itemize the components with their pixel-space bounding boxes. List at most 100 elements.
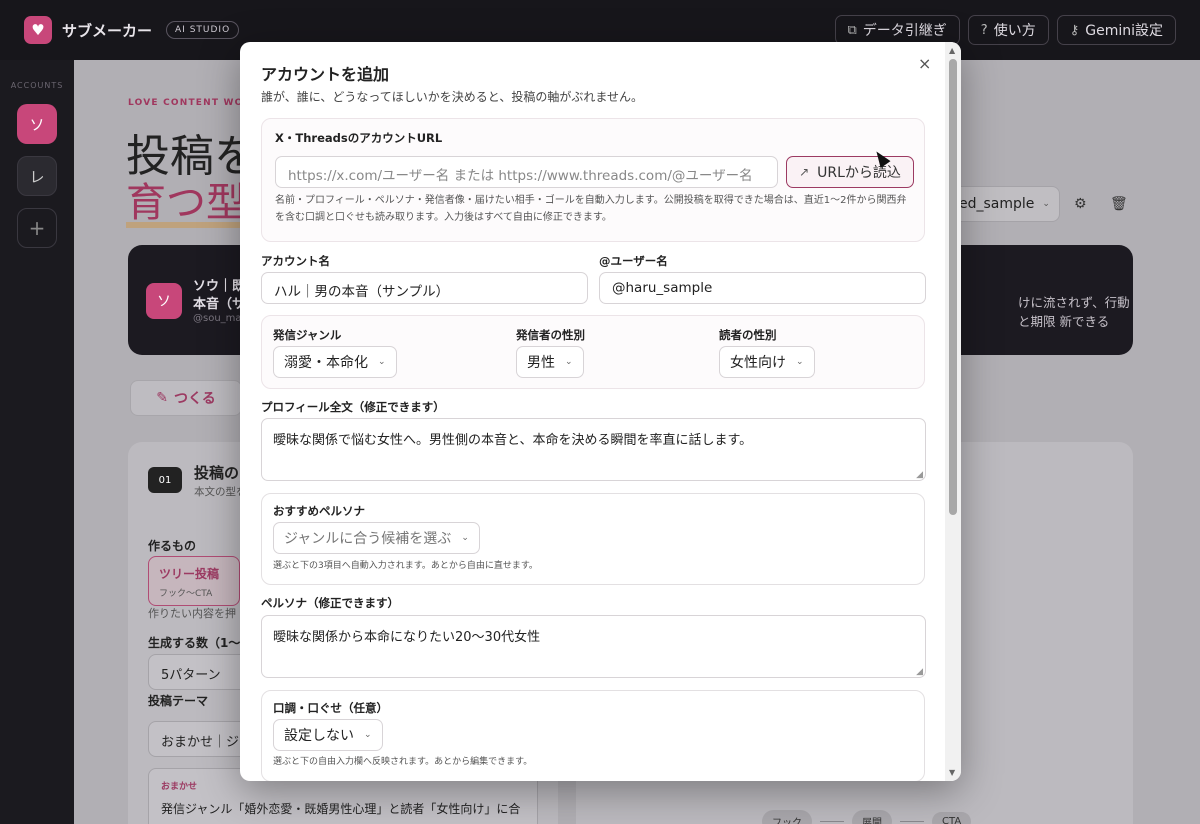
add-account-modal: アカウントを追加 誰が、誰に、どうなってほしいかを決めると、投稿の軸がぶれません… [240,42,961,781]
post-flow: フック 展開 CTA [762,810,972,824]
persona-label: ペルソナ（修正できます） [261,596,399,610]
data-transfer-button[interactable]: ⧉ データ引継ぎ [834,15,960,45]
how-to-use-button[interactable]: ? 使い方 [967,15,1049,45]
main-kicker: LOVE CONTENT WO [128,98,244,108]
step-subtitle: 本文の型を [194,486,247,498]
genre-value: 溺愛・本命化 [284,355,368,371]
step-number: 01 [148,467,182,493]
app-name: サブメーカー [62,21,153,40]
account-name-input[interactable]: ハル｜男の本音（サンプル） [261,272,588,304]
sender-gender-label: 発信者の性別 [516,328,585,342]
persona-textarea[interactable]: 曖昧な関係から本命になりたい20〜30代女性 ◢ [261,615,926,678]
theme-note-text: 発信ジャンル「婚外恋愛・既婚男性心理」と読者「女性向け」に合 [161,802,521,816]
persona-suggest-select[interactable]: ジャンルに合う候補を選ぶ ⌄ [273,522,480,554]
theme-label: 投稿テーマ [148,694,209,708]
reader-gender-label: 読者の性別 [719,328,777,342]
sidebar-account-sou[interactable]: ソ [17,104,57,144]
how-to-use-label: 使い方 [993,23,1036,39]
close-icon[interactable]: × [918,54,931,73]
persona-suggest-hint: 選ぶと下の3項目へ自動入力されます。あとから自由に直せます。 [273,561,538,571]
profile-textarea[interactable]: 曖昧な関係で悩む女性へ。男性側の本音と、本命を決める瞬間を率直に話します。 ◢ [261,418,926,481]
tree-post-sub: フック〜CTA [159,589,213,599]
persona-suggest-label: おすすめペルソナ [273,504,365,518]
heading-underline [126,222,246,228]
url-import-section: X・ThreadsのアカウントURL https://x.com/ユーザー名 ま… [261,118,925,242]
scroll-down-icon[interactable]: ▼ [949,768,955,777]
modal-subtitle: 誰が、誰に、どうなってほしいかを決めると、投稿の軸がぶれません。 [261,90,643,104]
chevron-down-icon: ⌄ [364,730,372,740]
sender-gender-select[interactable]: 男性 ⌄ [516,346,584,378]
top-actions: ⧉ データ引継ぎ ? 使い方 ⚷ Gemini設定 [834,15,1176,45]
reader-gender-select[interactable]: 女性向け ⌄ [719,346,815,378]
chevron-down-icon: ⌄ [378,357,386,367]
tree-post-option[interactable]: ツリー投稿 フック〜CTA [148,556,240,606]
profile-name-line2: 本音（サ [193,297,246,312]
copy-icon: ⧉ [847,22,857,38]
persona-suggest-value: ジャンルに合う候補を選ぶ [284,531,452,547]
sidebar-account-re[interactable]: レ [17,156,57,196]
chevron-down-icon: ⌄ [796,357,804,367]
heart-logo-icon: ♥ [24,16,52,44]
data-transfer-label: データ引継ぎ [862,23,947,39]
account-select-value: ed_sample [959,196,1035,212]
gemini-settings-label: Gemini設定 [1085,23,1163,39]
account-name-label: アカウント名 [261,254,330,268]
chevron-down-icon: ⌄ [1042,199,1050,209]
trash-icon[interactable]: 🗑 [1110,196,1128,212]
modal-title: アカウントを追加 [261,65,390,84]
modal-body: アカウントを追加 誰が、誰に、どうなってほしいかを決めると、投稿の軸がぶれません… [240,42,945,781]
profile-label: プロフィール全文（修正できます） [261,400,445,414]
make-label: 作るもの [148,539,197,553]
persona-text: 曖昧な関係から本命になりたい20〜30代女性 [273,630,541,645]
accounts-sidebar: ACCOUNTS ソ レ + [0,60,74,824]
tone-hint: 選ぶと下の自由入力欄へ反映されます。あとから編集できます。 [273,757,533,767]
scroll-up-icon[interactable]: ▲ [949,46,955,55]
sender-gender-value: 男性 [527,355,555,371]
chevron-down-icon: ⌄ [461,533,469,543]
persona-suggest-section: おすすめペルソナ ジャンルに合う候補を選ぶ ⌄ 選ぶと下の3項目へ自動入力されま… [261,493,925,585]
tone-label: 口調・口ぐせ（任意） [273,701,388,715]
tab-make[interactable]: ✎ つくる [130,380,242,416]
flow-connector [820,821,844,822]
accounts-label: ACCOUNTS [10,81,64,90]
magic-wand-icon: ✎ [156,390,168,406]
avatar: ソ [146,283,182,319]
studio-badge: AI STUDIO [166,21,240,39]
tone-section: 口調・口ぐせ（任意） 設定しない ⌄ 選ぶと下の自由入力欄へ反映されます。あとか… [261,690,925,781]
username-input[interactable]: @haru_sample [599,272,926,304]
tone-select[interactable]: 設定しない ⌄ [273,719,383,751]
url-hint: 名前・プロフィール・ペルソナ・発信者像・届けたい相手・ゴールを自動入力します。公… [275,195,907,223]
genre-select[interactable]: 溺愛・本命化 ⌄ [273,346,397,378]
key-icon: ⚷ [1069,22,1080,38]
profile-text: 曖昧な関係で悩む女性へ。男性側の本音と、本命を決める瞬間を率直に話します。 [273,433,753,448]
username-label: @ユーザー名 [599,254,668,268]
settings-sliders-icon[interactable]: ⚙ [1074,196,1087,212]
chevron-down-icon: ⌄ [565,357,573,367]
main-heading-line2: 育つ型 [126,180,246,226]
account-url-input[interactable]: https://x.com/ユーザー名 または https://www.thre… [275,156,778,188]
step-title: 投稿の [194,464,240,482]
account-select[interactable]: ed_sample ⌄ [944,186,1060,222]
flow-hook: フック [762,810,812,824]
profile-handle: @sou_ma [193,313,242,324]
tab-make-label: つくる [174,391,216,407]
tone-value: 設定しない [284,728,354,744]
flow-cta: CTA [932,812,972,824]
resize-grip-icon[interactable]: ◢ [916,470,923,480]
load-from-url-button[interactable]: ↗ URLから読込 [786,156,914,188]
gemini-settings-button[interactable]: ⚷ Gemini設定 [1056,15,1176,45]
flow-development: 展開 [852,810,892,824]
reader-gender-value: 女性向け [730,355,786,371]
url-label: X・ThreadsのアカウントURL [275,131,443,145]
scroll-thumb[interactable] [949,59,957,515]
flow-connector [900,821,924,822]
count-label: 生成する数（1〜1 [148,636,249,650]
genre-gender-section: 発信ジャンル 溺愛・本命化 ⌄ 発信者の性別 男性 ⌄ 読者の性別 女性向け ⌄ [261,315,925,389]
add-account-button[interactable]: + [17,208,57,248]
resize-grip-icon[interactable]: ◢ [916,667,923,677]
modal-scrollbar[interactable]: ▲ ▼ [945,42,961,781]
profile-name-line1: ソウ｜既 [193,279,246,294]
profile-goal-text: けに流されず、行動と期限 新できる [1018,295,1130,330]
help-icon: ? [980,22,988,38]
tree-post-title: ツリー投稿 [159,567,220,581]
